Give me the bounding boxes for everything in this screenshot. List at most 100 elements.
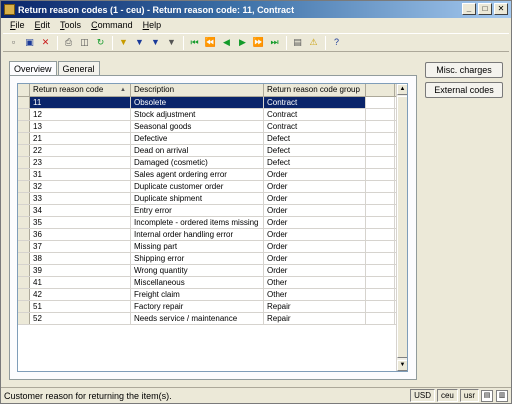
row-selector[interactable]: [18, 289, 30, 300]
cell-description[interactable]: Incomplete - ordered items missing: [131, 217, 264, 228]
cell-description[interactable]: Freight claim: [131, 289, 264, 300]
cell-description[interactable]: Shipping error: [131, 253, 264, 264]
tab-overview[interactable]: Overview: [9, 61, 57, 76]
row-selector[interactable]: [18, 217, 30, 228]
next-record-icon[interactable]: ▶: [236, 36, 249, 49]
previous-record-icon[interactable]: ◀: [220, 36, 233, 49]
cell-description[interactable]: Miscellaneous: [131, 277, 264, 288]
cell-reason-code-group[interactable]: Order: [264, 181, 366, 192]
save-icon[interactable]: ▣: [23, 36, 36, 49]
cell-return-reason-code[interactable]: 21: [30, 133, 131, 144]
cell-reason-code-group[interactable]: Order: [264, 193, 366, 204]
cell-reason-code-group[interactable]: Order: [264, 217, 366, 228]
external-codes-button[interactable]: External codes: [425, 82, 503, 98]
cell-reason-code-group[interactable]: Repair: [264, 301, 366, 312]
tab-general[interactable]: General: [57, 61, 100, 75]
cell-reason-code-group[interactable]: Order: [264, 205, 366, 216]
column-header-return-reason-code[interactable]: Return reason code ▲: [30, 84, 131, 96]
next-page-icon[interactable]: ⏩: [252, 36, 265, 49]
cell-description[interactable]: Duplicate shipment: [131, 193, 264, 204]
cell-reason-code-group[interactable]: Other: [264, 289, 366, 300]
cell-description[interactable]: Sales agent ordering error: [131, 169, 264, 180]
cell-return-reason-code[interactable]: 13: [30, 121, 131, 132]
notification-icon[interactable]: ▤: [481, 389, 493, 402]
row-selector[interactable]: [18, 265, 30, 276]
row-selector[interactable]: [18, 313, 30, 324]
cell-return-reason-code[interactable]: 22: [30, 145, 131, 156]
row-selector[interactable]: [18, 181, 30, 192]
cell-reason-code-group[interactable]: Defect: [264, 133, 366, 144]
cell-return-reason-code[interactable]: 35: [30, 217, 131, 228]
cell-description[interactable]: Dead on arrival: [131, 145, 264, 156]
minimize-button[interactable]: _: [462, 3, 476, 15]
menu-edit[interactable]: Edit: [30, 20, 56, 30]
document-handling-icon[interactable]: ▤: [291, 36, 304, 49]
cell-description[interactable]: Entry error: [131, 205, 264, 216]
table-row[interactable]: 36 Internal order handling error Order: [18, 229, 407, 241]
cell-reason-code-group[interactable]: Contract: [264, 109, 366, 120]
row-selector[interactable]: [18, 121, 30, 132]
table-row[interactable]: 32 Duplicate customer order Order: [18, 181, 407, 193]
row-selector[interactable]: [18, 193, 30, 204]
table-row[interactable]: 35 Incomplete - ordered items missing Orde…: [18, 217, 407, 229]
menu-help[interactable]: Help: [138, 20, 167, 30]
cell-description[interactable]: Seasonal goods: [131, 121, 264, 132]
cell-return-reason-code[interactable]: 23: [30, 157, 131, 168]
filter-by-field-icon[interactable]: ▼: [149, 36, 162, 49]
table-row[interactable]: 38 Shipping error Order: [18, 253, 407, 265]
misc-charges-button[interactable]: Misc. charges: [425, 62, 503, 78]
new-icon[interactable]: ▫: [7, 36, 20, 49]
cell-description[interactable]: Obsolete: [131, 97, 264, 108]
delete-icon[interactable]: ✕: [39, 36, 52, 49]
row-selector[interactable]: [18, 229, 30, 240]
table-row[interactable]: 33 Duplicate shipment Order: [18, 193, 407, 205]
cell-reason-code-group[interactable]: Order: [264, 241, 366, 252]
print-icon[interactable]: ⎙: [62, 36, 75, 49]
cell-reason-code-group[interactable]: Order: [264, 253, 366, 264]
cell-reason-code-group[interactable]: Defect: [264, 157, 366, 168]
row-selector[interactable]: [18, 109, 30, 120]
scroll-up-icon[interactable]: ▲: [397, 84, 407, 95]
table-row[interactable]: 37 Missing part Order: [18, 241, 407, 253]
cell-description[interactable]: Damaged (cosmetic): [131, 157, 264, 168]
table-row[interactable]: 51 Factory repair Repair: [18, 301, 407, 313]
cell-reason-code-group[interactable]: Order: [264, 169, 366, 180]
table-row[interactable]: 21 Defective Defect: [18, 133, 407, 145]
help-icon[interactable]: ?: [330, 36, 343, 49]
row-selector[interactable]: [18, 169, 30, 180]
cell-reason-code-group[interactable]: Contract: [264, 97, 366, 108]
cell-return-reason-code[interactable]: 38: [30, 253, 131, 264]
cell-description[interactable]: Factory repair: [131, 301, 264, 312]
column-header-description[interactable]: Description: [131, 84, 264, 96]
refresh-icon[interactable]: ↻: [94, 36, 107, 49]
row-selector[interactable]: [18, 241, 30, 252]
row-selector[interactable]: [18, 253, 30, 264]
table-row[interactable]: 31 Sales agent ordering error Order: [18, 169, 407, 181]
table-row[interactable]: 22 Dead on arrival Defect: [18, 145, 407, 157]
cell-reason-code-group[interactable]: Other: [264, 277, 366, 288]
advanced-filter-icon[interactable]: ▼: [133, 36, 146, 49]
cell-return-reason-code[interactable]: 31: [30, 169, 131, 180]
cell-return-reason-code[interactable]: 11: [30, 97, 131, 108]
cell-return-reason-code[interactable]: 42: [30, 289, 131, 300]
table-row[interactable]: 41 Miscellaneous Other: [18, 277, 407, 289]
cell-return-reason-code[interactable]: 52: [30, 313, 131, 324]
table-row[interactable]: 39 Wrong quantity Order: [18, 265, 407, 277]
window-list-icon[interactable]: ▥: [496, 389, 508, 402]
column-header-reason-code-group[interactable]: Return reason code group: [264, 84, 366, 96]
cell-return-reason-code[interactable]: 33: [30, 193, 131, 204]
cell-description[interactable]: Duplicate customer order: [131, 181, 264, 192]
cell-return-reason-code[interactable]: 51: [30, 301, 131, 312]
filter-by-selection-icon[interactable]: ▼: [117, 36, 130, 49]
cell-reason-code-group[interactable]: Defect: [264, 145, 366, 156]
table-row[interactable]: 13 Seasonal goods Contract: [18, 121, 407, 133]
remove-filter-icon[interactable]: ▼: [165, 36, 178, 49]
row-selector[interactable]: [18, 133, 30, 144]
alert-icon[interactable]: ⚠: [307, 36, 320, 49]
table-row[interactable]: 23 Damaged (cosmetic) Defect: [18, 157, 407, 169]
cell-description[interactable]: Needs service / maintenance: [131, 313, 264, 324]
scroll-thumb[interactable]: [397, 96, 407, 358]
table-row[interactable]: 42 Freight claim Other: [18, 289, 407, 301]
cell-description[interactable]: Stock adjustment: [131, 109, 264, 120]
close-button[interactable]: ✕: [494, 3, 508, 15]
